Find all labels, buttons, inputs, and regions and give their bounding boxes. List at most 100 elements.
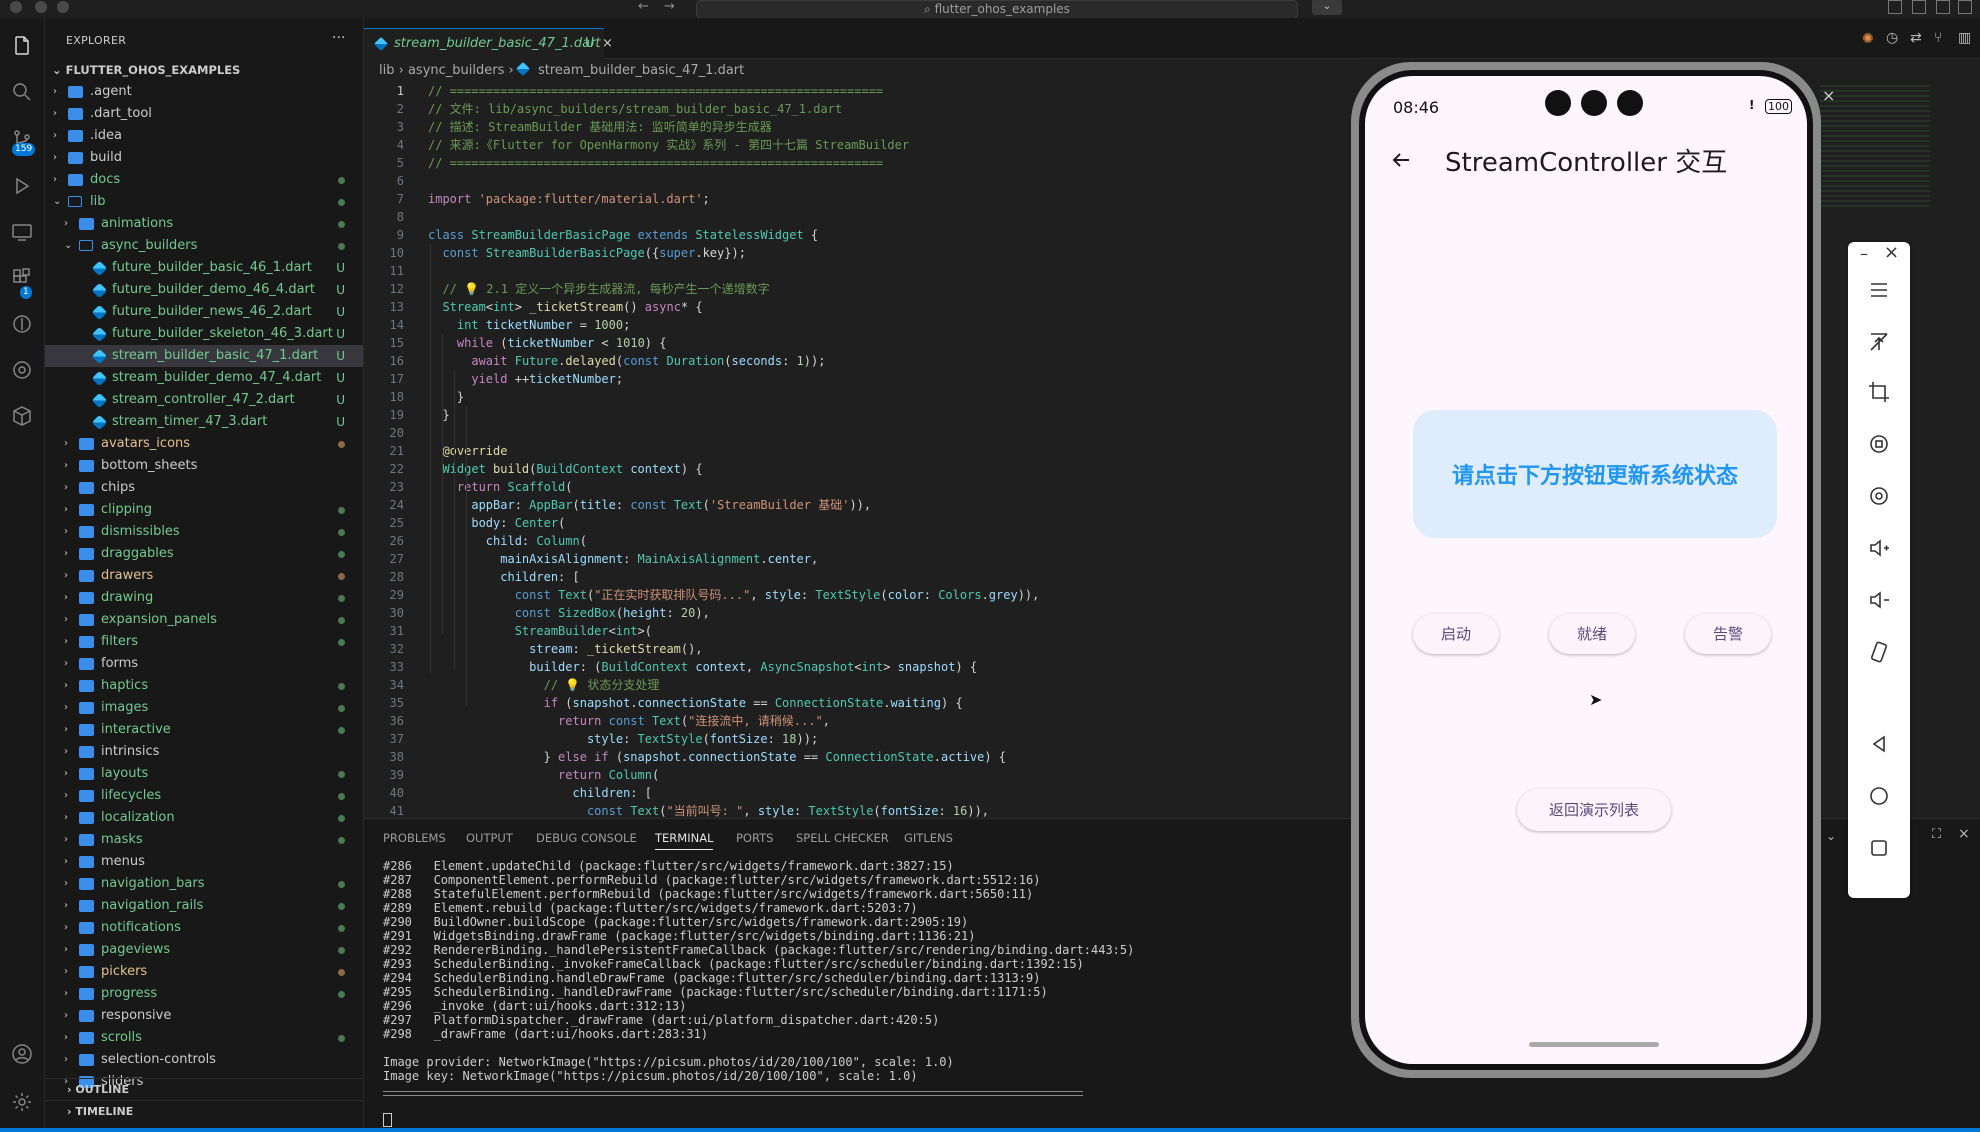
ready-button[interactable]: 就绪 <box>1549 614 1635 654</box>
panel-tab[interactable]: DEBUG CONSOLE <box>536 831 637 845</box>
tree-folder[interactable]: › interactive <box>45 719 363 741</box>
minimize-toolbar-icon[interactable]: – <box>1860 244 1868 263</box>
command-center-search[interactable]: ⌕ flutter_ohos_examples <box>696 0 1298 19</box>
tree-folder[interactable]: › localization <box>45 807 363 829</box>
account-icon[interactable] <box>8 1040 36 1068</box>
tree-folder[interactable]: › images <box>45 697 363 719</box>
menu-icon[interactable] <box>1865 276 1893 304</box>
tree-folder[interactable]: › responsive <box>45 1005 363 1027</box>
tree-folder[interactable]: › drawers <box>45 565 363 587</box>
layout-toggle-icon[interactable] <box>1888 0 1902 14</box>
tree-file[interactable]: future_builder_news_46_2.dart U <box>45 301 363 323</box>
testing-icon[interactable] <box>8 356 36 384</box>
outline-section[interactable]: › OUTLINE <box>45 1078 363 1100</box>
close-emulator-icon[interactable]: × <box>1822 86 1835 105</box>
timeline-action-icon[interactable]: ◷ <box>1886 30 1898 46</box>
panel-tab[interactable]: PORTS <box>736 831 773 845</box>
home-indicator[interactable] <box>1529 1042 1659 1047</box>
tree-folder[interactable]: › navigation_bars <box>45 873 363 895</box>
volume-down-icon[interactable] <box>1865 586 1893 614</box>
forward-nav-icon[interactable]: → <box>664 0 675 14</box>
tree-folder[interactable]: › docs <box>45 169 363 191</box>
gitlens-icon[interactable] <box>8 310 36 338</box>
back-arrow-icon[interactable] <box>1389 148 1413 172</box>
rotate-icon[interactable] <box>1865 430 1893 458</box>
panel-tab[interactable]: SPELL CHECKER <box>796 831 889 845</box>
tree-file[interactable]: future_builder_demo_46_4.dart U <box>45 279 363 301</box>
tree-folder[interactable]: › navigation_rails <box>45 895 363 917</box>
panel-toggle-icon[interactable] <box>1936 0 1950 14</box>
back-to-list-button[interactable]: 返回演示列表 <box>1517 789 1671 831</box>
home-circle-icon[interactable] <box>1865 782 1893 810</box>
tree-folder[interactable]: › clipping <box>45 499 363 521</box>
tree-folder[interactable]: ⌄ async_builders <box>45 235 363 257</box>
panel-dropdown-icon[interactable]: ⌄ <box>1826 829 1836 843</box>
minimap[interactable] <box>1820 82 1930 210</box>
tree-folder[interactable]: › haptics <box>45 675 363 697</box>
tree-folder[interactable]: › expansion_panels <box>45 609 363 631</box>
back-nav-icon[interactable]: ← <box>638 0 649 14</box>
run-debug-icon[interactable] <box>8 172 36 200</box>
tree-folder[interactable]: ⌄ lib <box>45 191 363 213</box>
editor-tab[interactable]: stream_builder_basic_47_1.dart U × <box>364 28 613 59</box>
tree-folder[interactable]: › masks <box>45 829 363 851</box>
tree-folder[interactable]: › drawing <box>45 587 363 609</box>
more-actions-icon[interactable]: ··· <box>332 30 345 46</box>
settings-gear-icon[interactable] <box>8 1088 36 1116</box>
volume-up-icon[interactable] <box>1865 534 1893 562</box>
tree-folder[interactable]: › bottom_sheets <box>45 455 363 477</box>
branch-icon[interactable]: ⑂ <box>1934 30 1942 46</box>
tree-folder[interactable]: › avatars_icons <box>45 433 363 455</box>
tree-folder[interactable]: › notifications <box>45 917 363 939</box>
explorer-icon[interactable] <box>8 32 36 60</box>
search-activity-icon[interactable] <box>8 78 36 106</box>
tree-folder[interactable]: › chips <box>45 477 363 499</box>
tree-file[interactable]: stream_builder_basic_47_1.dart U <box>45 345 363 367</box>
tree-folder[interactable]: › .idea <box>45 125 363 147</box>
copilot-icon[interactable]: ⌄ <box>1312 0 1342 15</box>
pin-top-icon[interactable] <box>1865 328 1893 356</box>
packages-icon[interactable] <box>8 402 36 430</box>
tree-folder[interactable]: › draggables <box>45 543 363 565</box>
timeline-section[interactable]: › TIMELINE <box>45 1100 363 1122</box>
panel-tab[interactable]: GITLENS <box>904 831 953 845</box>
tree-file[interactable]: stream_builder_demo_47_4.dart U <box>45 367 363 389</box>
tree-file[interactable]: stream_controller_47_2.dart U <box>45 389 363 411</box>
tree-file[interactable]: future_builder_basic_46_1.dart U <box>45 257 363 279</box>
start-button[interactable]: 启动 <box>1413 614 1499 654</box>
flutter-action-icon[interactable]: ✺ <box>1862 31 1874 47</box>
panel-tab[interactable]: TERMINAL <box>655 831 714 850</box>
tree-folder[interactable]: › filters <box>45 631 363 653</box>
breadcrumb-item[interactable]: async_builders <box>408 63 504 78</box>
split-editor-icon[interactable]: ▥ <box>1958 30 1971 46</box>
close-panel-icon[interactable]: × <box>1958 826 1970 842</box>
tree-folder[interactable]: › selection-controls <box>45 1049 363 1071</box>
tree-folder[interactable]: › animations <box>45 213 363 235</box>
tree-folder[interactable]: › .agent <box>45 81 363 103</box>
screenshot-icon[interactable] <box>1865 482 1893 510</box>
secondary-sidebar-toggle-icon[interactable] <box>1958 0 1972 14</box>
recents-square-icon[interactable] <box>1865 834 1893 862</box>
rotate-device-icon[interactable] <box>1865 638 1893 666</box>
tree-folder[interactable]: › intrinsics <box>45 741 363 763</box>
minimize-window-button[interactable] <box>35 1 47 13</box>
close-window-button[interactable] <box>10 1 22 13</box>
tree-file[interactable]: future_builder_skeleton_46_3.dart U <box>45 323 363 345</box>
tree-file[interactable]: stream_timer_47_3.dart U <box>45 411 363 433</box>
tree-folder[interactable]: › .dart_tool <box>45 103 363 125</box>
workspace-root[interactable]: ⌄ FLUTTER_OHOS_EXAMPLES <box>52 63 240 77</box>
breadcrumb-item[interactable]: lib <box>379 63 394 78</box>
panel-tab[interactable]: OUTPUT <box>466 831 513 845</box>
tree-folder[interactable]: › scrolls <box>45 1027 363 1049</box>
alert-button[interactable]: 告警 <box>1685 614 1771 654</box>
tree-folder[interactable]: › lifecycles <box>45 785 363 807</box>
tree-folder[interactable]: › forms <box>45 653 363 675</box>
crop-icon[interactable] <box>1865 378 1893 406</box>
back-triangle-icon[interactable] <box>1865 730 1893 758</box>
tree-folder[interactable]: › layouts <box>45 763 363 785</box>
remote-explorer-icon[interactable] <box>8 218 36 246</box>
maximize-window-button[interactable] <box>57 1 69 13</box>
breadcrumb-item[interactable]: stream_builder_basic_47_1.dart <box>538 63 744 78</box>
tree-folder[interactable]: › dismissibles <box>45 521 363 543</box>
close-tab-icon[interactable]: × <box>602 29 613 59</box>
